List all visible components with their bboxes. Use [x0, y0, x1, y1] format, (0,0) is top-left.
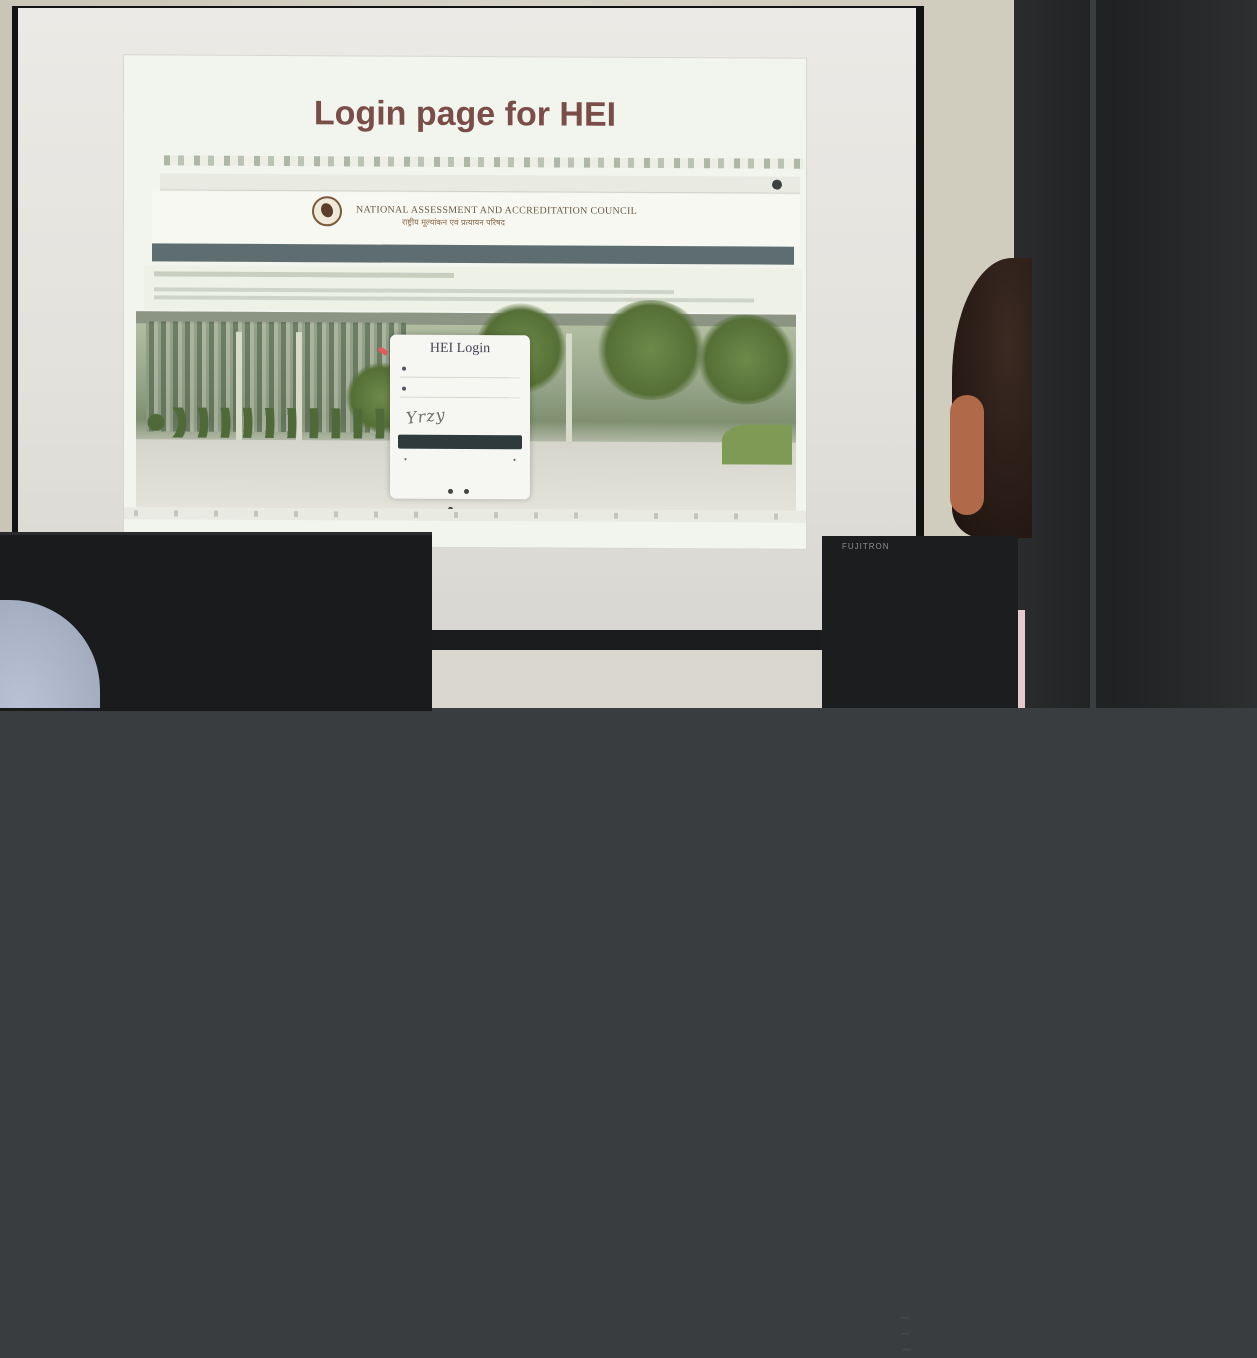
palm-tree — [696, 314, 796, 405]
login-title: HEI Login — [429, 340, 491, 357]
naac-title: NATIONAL ASSESSMENT AND ACCREDITATION CO… — [356, 204, 638, 217]
carousel-dot[interactable] — [464, 488, 470, 495]
captcha-image: Yrzy — [405, 404, 447, 428]
username-field[interactable] — [400, 362, 520, 379]
new-registration-link[interactable]: ● — [404, 457, 407, 463]
desk-strip: ~ ~ ~ — [430, 650, 915, 1358]
naac-header: NATIONAL ASSESSMENT AND ACCREDITATION CO… — [152, 191, 800, 247]
projected-slide: Login page for HEI NATIONAL ASSESSMENT A… — [124, 55, 806, 549]
notice-area — [144, 265, 802, 313]
user-icon — [402, 366, 406, 371]
map-emblem-icon — [321, 203, 333, 218]
shrubs — [146, 407, 396, 439]
cabinet — [1014, 0, 1257, 708]
nav-strip — [152, 243, 794, 265]
monitor-brand: FUJITRON — [842, 542, 890, 551]
cabinet-edge — [1090, 0, 1096, 708]
notice-line — [154, 271, 454, 278]
slide-title: Login page for HEI — [313, 94, 617, 134]
pillar — [566, 333, 572, 444]
browser-address-bar — [160, 173, 800, 194]
palm-tree — [596, 299, 706, 401]
wall-scribble: ~ ~ ~ — [898, 1309, 916, 1358]
taskbar-icons — [134, 510, 794, 520]
person-ear — [950, 395, 984, 515]
carousel-dots — [448, 481, 488, 512]
browser-tab-strip — [164, 155, 804, 169]
password-field[interactable] — [400, 382, 520, 399]
screen-bottom-rail — [430, 630, 822, 652]
forgot-password-link[interactable]: ● — [513, 457, 516, 463]
taskbar-strip — [124, 507, 806, 523]
lock-icon — [402, 386, 406, 391]
naac-logo-icon — [312, 196, 342, 227]
notice-line — [154, 287, 674, 295]
carousel-dot[interactable] — [448, 488, 453, 494]
login-links: ● ● — [398, 457, 522, 468]
monitor-right: FUJITRON — [822, 536, 1018, 708]
hei-login-card: HEI Login Yrzy ● ● — [390, 334, 530, 512]
lawn — [722, 424, 792, 465]
profile-avatar-icon — [772, 179, 782, 190]
login-button[interactable] — [398, 434, 522, 450]
naac-hindi-title: राष्ट्रीय मूल्यांकन एवं प्रत्यायन परिषद — [402, 217, 505, 228]
